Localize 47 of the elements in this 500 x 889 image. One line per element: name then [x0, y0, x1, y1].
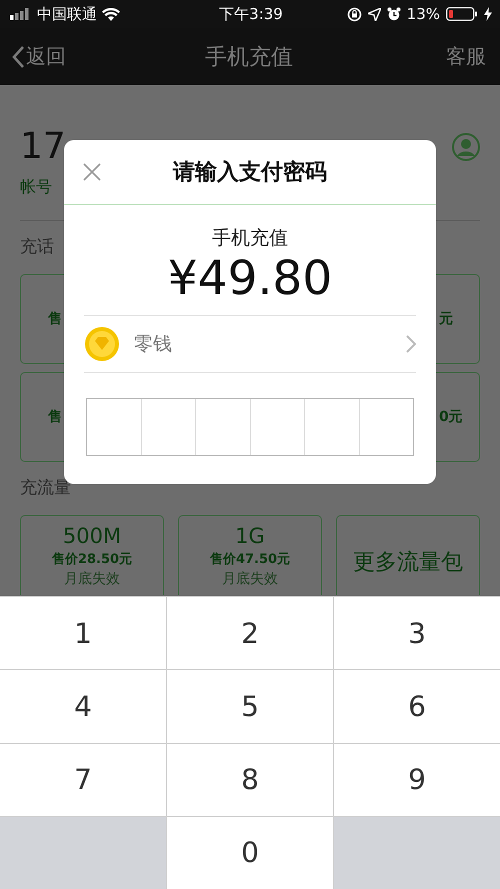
- carrier-name: 中国联通: [37, 4, 97, 24]
- digit-key[interactable]: 0: [167, 816, 333, 889]
- account-label: 帐号: [20, 177, 52, 198]
- wallet-coin-icon: [84, 326, 120, 362]
- charging-bolt-icon: [484, 7, 492, 21]
- location-arrow-icon: [368, 8, 381, 20]
- digit-key[interactable]: 8: [167, 744, 333, 816]
- alarm-icon: [386, 7, 401, 21]
- chevron-right-icon: [406, 335, 416, 353]
- price-text: 0元: [439, 408, 463, 426]
- back-chevron-icon: [12, 46, 24, 68]
- digit-key[interactable]: 2: [167, 597, 333, 670]
- package-note: 月底失效: [222, 570, 278, 588]
- digit-key[interactable]: 7: [0, 744, 166, 816]
- battery-icon: [446, 7, 478, 21]
- digit-key[interactable]: 9: [334, 744, 500, 816]
- back-button[interactable]: 返回: [12, 43, 66, 70]
- payment-method: 零钱: [134, 332, 173, 357]
- package-note: 月底失效: [64, 570, 120, 588]
- avatar-icon: [452, 133, 480, 161]
- package-price: 售价47.50元: [210, 551, 290, 568]
- price-text: 元: [439, 310, 453, 328]
- battery-percent: 13%: [406, 5, 440, 23]
- nav-title: 手机充值: [205, 44, 293, 72]
- payment-amount: ¥49.80: [168, 251, 332, 307]
- section-heading: 充流量: [20, 477, 71, 499]
- customer-service-button[interactable]: 客服: [446, 43, 486, 70]
- package-size: 500M: [62, 524, 122, 548]
- section-heading: 充话: [20, 236, 54, 258]
- clock-time: 下午3:39: [219, 4, 283, 22]
- price-text: 售: [48, 310, 62, 328]
- price-text: 售: [48, 408, 62, 426]
- digit-key[interactable]: 4: [0, 670, 166, 742]
- password-field[interactable]: [86, 398, 414, 456]
- digit-key[interactable]: 1: [0, 597, 166, 670]
- wifi-icon: [102, 8, 120, 20]
- package-price: 售价28.50元: [52, 551, 132, 568]
- payment-item: 手机充值: [212, 226, 288, 251]
- dialog-title: 请输入支付密码: [173, 158, 327, 187]
- payment-method-row[interactable]: 零钱: [84, 315, 416, 373]
- digit-key[interactable]: 5: [167, 670, 333, 742]
- rotation-lock-icon: [346, 6, 362, 22]
- digit-key[interactable]: 3: [334, 597, 500, 670]
- package-size: 1G: [235, 524, 265, 548]
- digit-key[interactable]: 6: [334, 670, 500, 742]
- close-icon[interactable]: [82, 162, 102, 182]
- phone-number: 17: [20, 125, 66, 169]
